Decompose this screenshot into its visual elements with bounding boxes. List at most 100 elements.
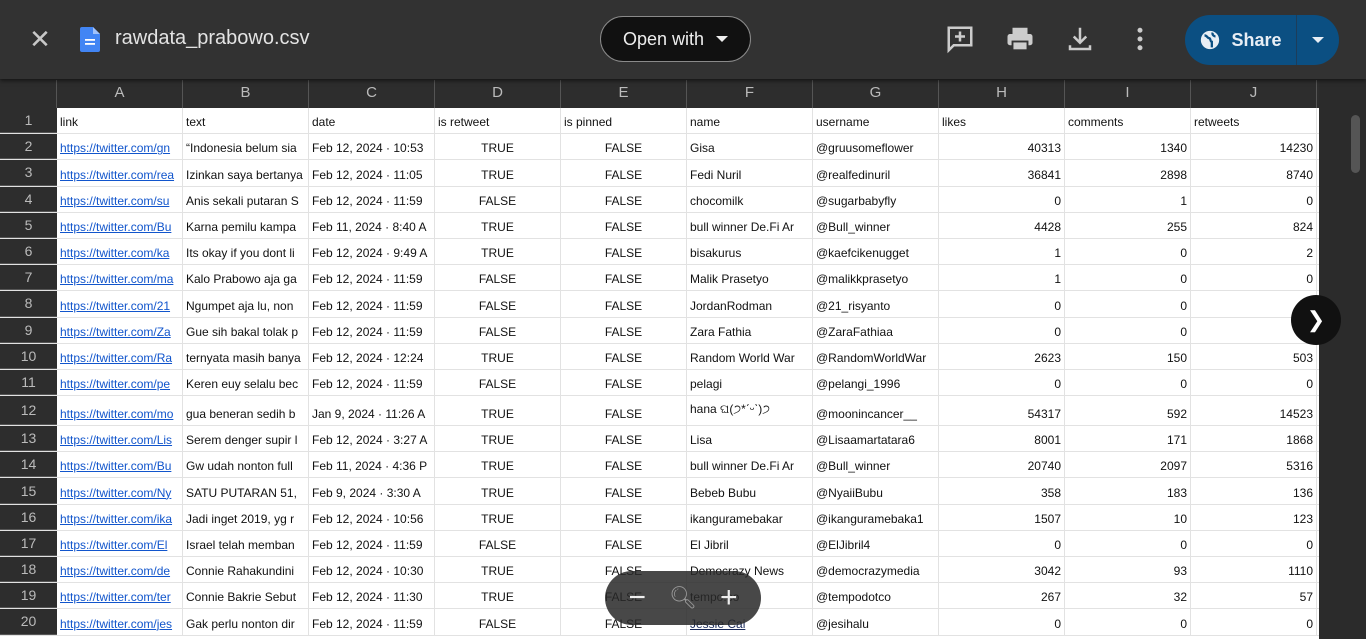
cell-link[interactable]: https://twitter.com/Lis bbox=[60, 433, 172, 447]
cell-text: text bbox=[186, 115, 206, 130]
cell-text: TRUE bbox=[481, 511, 514, 526]
scrollbar[interactable] bbox=[1351, 115, 1360, 173]
cell-link[interactable]: https://twitter.com/ka bbox=[60, 246, 169, 260]
cell-text: 3042 bbox=[1034, 564, 1061, 579]
cell-f2: Gisa bbox=[687, 134, 813, 160]
cell-link[interactable]: https://twitter.com/pe bbox=[60, 377, 170, 391]
cell-a3: https://twitter.com/rea bbox=[57, 160, 183, 186]
cell-b4: Anis sekali putaran S bbox=[183, 186, 309, 212]
cell-text: Feb 12, 2024 · 11:59 bbox=[312, 377, 423, 392]
share-dropdown[interactable] bbox=[1297, 15, 1339, 65]
column-header-d[interactable]: D bbox=[435, 80, 561, 108]
print-icon[interactable] bbox=[1005, 24, 1035, 54]
close-icon[interactable]: ✕ bbox=[27, 26, 53, 52]
row-number[interactable]: 8 bbox=[0, 291, 57, 317]
row-number[interactable]: 18 bbox=[0, 557, 57, 583]
cell-link[interactable]: https://twitter.com/gn bbox=[60, 141, 170, 155]
cell-e4: FALSE bbox=[561, 186, 687, 212]
table-row: 2 https://twitter.com/gn “Indonesia belum … bbox=[0, 134, 1319, 161]
row-number[interactable]: 4 bbox=[0, 186, 57, 212]
column-header-e[interactable]: E bbox=[561, 80, 687, 108]
cell-text: @NyaiiBubu bbox=[816, 485, 883, 500]
zoom-reset-icon[interactable]: 🔍︎ bbox=[669, 585, 697, 611]
column-header-g[interactable]: G bbox=[813, 80, 939, 108]
cell-link[interactable]: https://twitter.com/mo bbox=[60, 407, 173, 421]
zoom-out-icon[interactable]: − bbox=[629, 581, 647, 615]
cell-link[interactable]: https://twitter.com/El bbox=[60, 538, 167, 552]
row-number[interactable]: 19 bbox=[0, 583, 57, 609]
cell-text: 4428 bbox=[1034, 219, 1061, 234]
column-header-h[interactable]: H bbox=[939, 80, 1065, 108]
cell-text: Lisa bbox=[690, 433, 713, 448]
cell-c19: Feb 12, 2024 · 11:30 bbox=[309, 583, 435, 609]
table-row: 8 https://twitter.com/21 Ngumpet aja lu, n… bbox=[0, 291, 1319, 318]
cell-a9: https://twitter.com/Za bbox=[57, 317, 183, 343]
cell-text: 20740 bbox=[1027, 459, 1061, 474]
cell-text: @ElJibril4 bbox=[816, 538, 871, 552]
cell-g18: @democrazymedia bbox=[813, 557, 939, 583]
column-header-f[interactable]: F bbox=[687, 80, 813, 108]
download-icon[interactable] bbox=[1065, 24, 1095, 54]
row-number[interactable]: 14 bbox=[0, 452, 57, 478]
cell-h12: 54317 bbox=[939, 396, 1065, 426]
cell-link[interactable]: https://twitter.com/ika bbox=[60, 512, 172, 526]
next-file-button[interactable]: ❯ bbox=[1291, 295, 1341, 345]
cell-link[interactable]: https://twitter.com/rea bbox=[60, 168, 174, 182]
cell-link[interactable]: https://twitter.com/21 bbox=[60, 299, 170, 313]
row-number[interactable]: 12 bbox=[0, 396, 57, 426]
cell-text: @moonincancer__ bbox=[816, 407, 917, 422]
row-number[interactable]: 7 bbox=[0, 265, 57, 291]
cell-text: 14523 bbox=[1279, 407, 1313, 422]
row-number[interactable]: 10 bbox=[0, 343, 57, 369]
cell-b16: Jadi inget 2019, yg r bbox=[183, 504, 309, 530]
zoom-in-icon[interactable]: + bbox=[720, 581, 738, 615]
cell-link[interactable]: https://twitter.com/Bu bbox=[60, 220, 171, 234]
cell-link[interactable]: https://twitter.com/Bu bbox=[60, 459, 171, 473]
cell-a17: https://twitter.com/El bbox=[57, 530, 183, 556]
add-comment-icon[interactable] bbox=[945, 24, 975, 54]
cell-link[interactable]: https://twitter.com/ter bbox=[60, 590, 171, 604]
row-number[interactable]: 9 bbox=[0, 317, 57, 343]
row-number[interactable]: 5 bbox=[0, 212, 57, 238]
row-number[interactable]: 15 bbox=[0, 478, 57, 504]
column-header-c[interactable]: C bbox=[309, 80, 435, 108]
column-headers: ABCDEFGHIJ bbox=[0, 80, 1319, 108]
cell-text: Feb 12, 2024 · 10:53 bbox=[312, 141, 424, 156]
cell-text: Gw udah nonton full bbox=[186, 459, 293, 474]
cell-link[interactable]: https://twitter.com/Ra bbox=[60, 351, 172, 365]
cell-h8: 0 bbox=[939, 291, 1065, 317]
cell-link[interactable]: https://twitter.com/Ny bbox=[60, 486, 171, 500]
column-header-a[interactable]: A bbox=[57, 80, 183, 108]
more-options-icon[interactable] bbox=[1125, 24, 1155, 54]
cell-text: @Lisaamartatara6 bbox=[816, 433, 915, 448]
cell-h19: 267 bbox=[939, 583, 1065, 609]
cell-link[interactable]: https://twitter.com/su bbox=[60, 194, 169, 208]
cell-link[interactable]: https://twitter.com/ma bbox=[60, 272, 173, 286]
cell-text: SATU PUTARAN 51, bbox=[186, 485, 297, 500]
cell-link[interactable]: https://twitter.com/Za bbox=[60, 325, 171, 339]
row-number[interactable]: 20 bbox=[0, 609, 57, 635]
row-number[interactable]: 13 bbox=[0, 426, 57, 452]
cell-i7: 0 bbox=[1065, 265, 1191, 291]
row-number[interactable]: 16 bbox=[0, 504, 57, 530]
row-number[interactable]: 2 bbox=[0, 134, 57, 160]
share-button[interactable]: Share bbox=[1185, 15, 1339, 65]
cell-text: link bbox=[60, 115, 79, 130]
column-header-i[interactable]: I bbox=[1065, 80, 1191, 108]
cell-link[interactable]: https://twitter.com/jes bbox=[60, 617, 172, 631]
row-number[interactable]: 1 bbox=[0, 108, 57, 134]
cell-link[interactable]: https://twitter.com/de bbox=[60, 564, 170, 578]
cell-text: FALSE bbox=[604, 193, 643, 208]
cell-g20: @jesihalu bbox=[813, 609, 939, 635]
column-header-b[interactable]: B bbox=[183, 80, 309, 108]
row-number[interactable]: 6 bbox=[0, 238, 57, 265]
open-with-button[interactable]: Open with bbox=[600, 16, 751, 62]
cell-j10: 503 bbox=[1191, 343, 1317, 369]
cell-a11: https://twitter.com/pe bbox=[57, 369, 183, 396]
cell-d15: TRUE bbox=[435, 478, 561, 504]
row-number[interactable]: 3 bbox=[0, 160, 57, 186]
column-header-j[interactable]: J bbox=[1191, 80, 1317, 108]
row-number[interactable]: 17 bbox=[0, 530, 57, 556]
cell-b15: SATU PUTARAN 51, bbox=[183, 478, 309, 504]
row-number[interactable]: 11 bbox=[0, 369, 57, 396]
